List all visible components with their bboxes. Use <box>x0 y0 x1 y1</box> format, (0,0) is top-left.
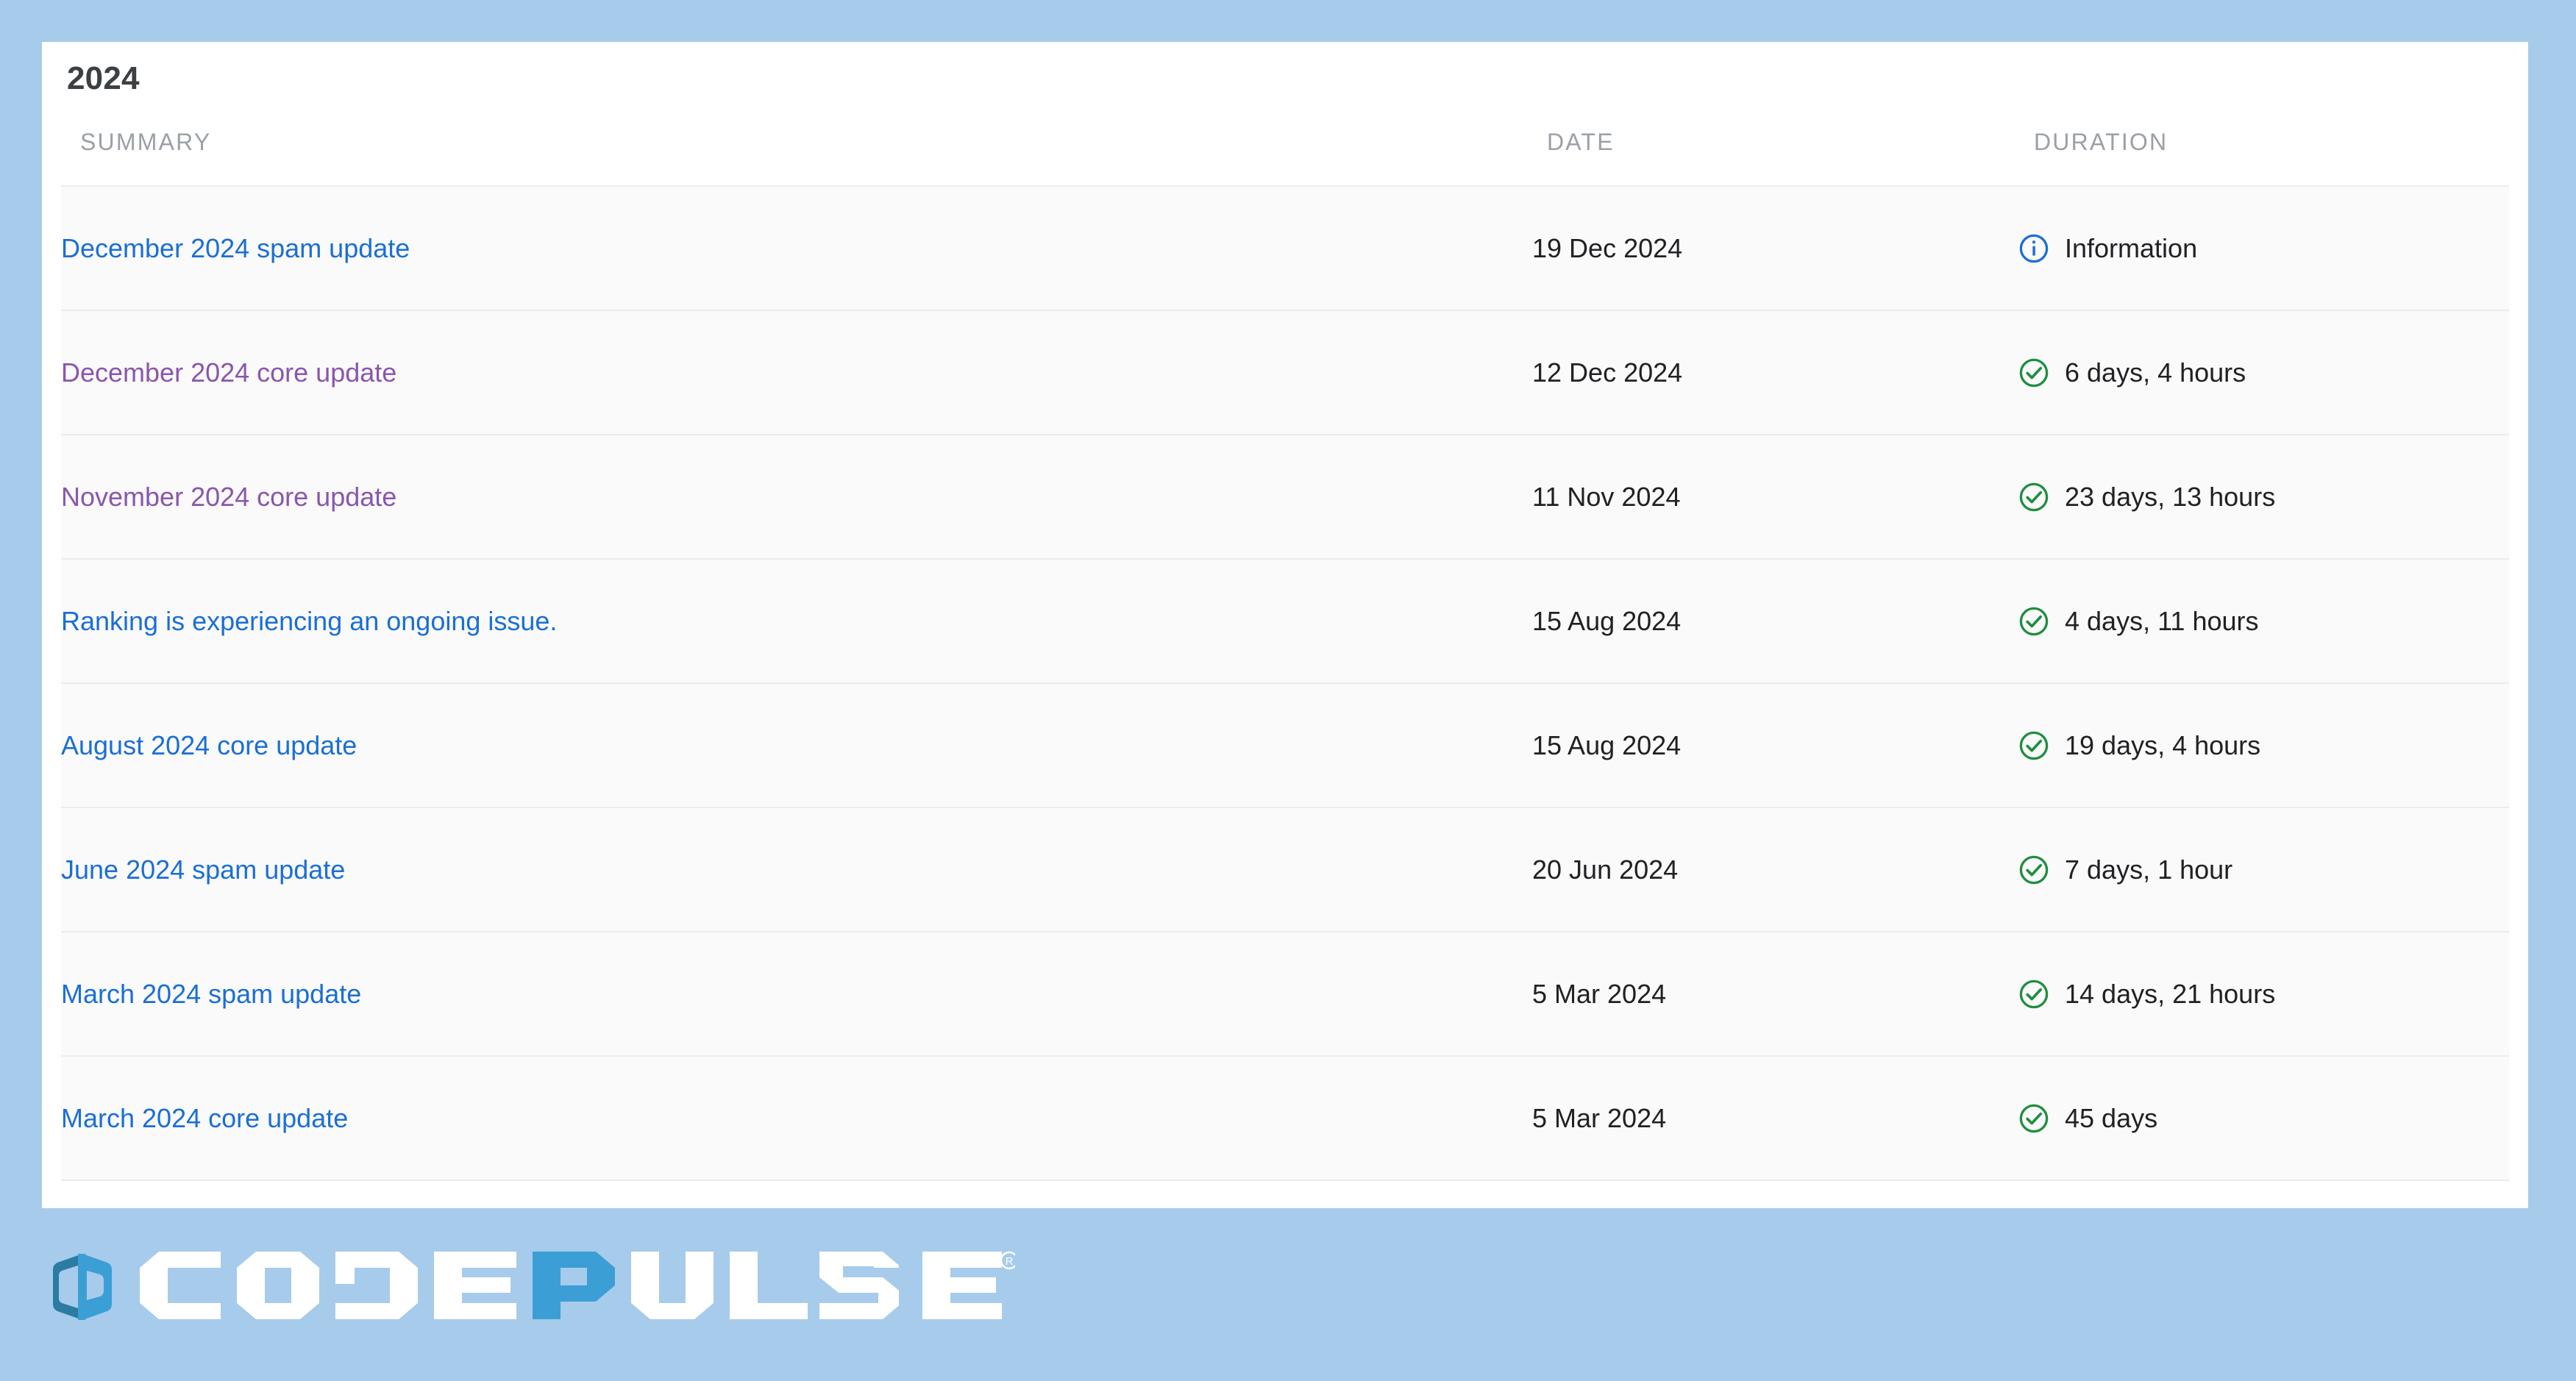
summary-link[interactable]: December 2024 spam update <box>61 233 410 263</box>
summary-link[interactable]: March 2024 core update <box>61 1103 348 1133</box>
summary-link[interactable]: November 2024 core update <box>61 482 396 512</box>
cell-duration: 14 days, 21 hours <box>2018 932 2509 1056</box>
cell-duration: 45 days <box>2018 1056 2509 1180</box>
codepulse-hexagon-mark-icon <box>51 1252 113 1321</box>
table-row: June 2024 spam update 20 Jun 2024 7 days, … <box>61 807 2509 932</box>
summary-link[interactable]: June 2024 spam update <box>61 854 345 885</box>
table-row: August 2024 core update 15 Aug 2024 19 day… <box>61 683 2509 807</box>
cell-duration: 23 days, 13 hours <box>2018 435 2509 559</box>
cell-date: 5 Mar 2024 <box>1532 1102 1667 1133</box>
duration-group: 23 days, 13 hours <box>2018 481 2509 513</box>
cell-date: 15 Aug 2024 <box>1532 729 1682 760</box>
check-circle-icon <box>2018 1102 2050 1135</box>
table-row: March 2024 core update 5 Mar 2024 45 days <box>61 1056 2509 1180</box>
table-row: November 2024 core update 11 Nov 2024 23 d… <box>61 435 2509 559</box>
cell-date: 11 Nov 2024 <box>1532 481 1681 512</box>
table-row: December 2024 spam update 19 Dec 2024 Info… <box>61 186 2509 310</box>
check-circle-icon <box>2018 854 2050 886</box>
page-title: 2024 <box>67 60 140 96</box>
summary-link[interactable]: August 2024 core update <box>61 730 357 760</box>
duration-text: 19 days, 4 hours <box>2065 729 2261 760</box>
cell-summary: December 2024 core update <box>61 310 1532 435</box>
summary-link[interactable]: December 2024 core update <box>61 357 396 388</box>
cell-date: 20 Jun 2024 <box>1532 854 1679 885</box>
update-history-card: 2024 SUMMARY DATE DURATION December 2024… <box>42 42 2528 1208</box>
cell-date: 19 Dec 2024 <box>1532 232 1683 263</box>
summary-link[interactable]: March 2024 spam update <box>61 979 361 1009</box>
cell-date: 15 Aug 2024 <box>1532 605 1682 636</box>
codepulse-wordmark <box>134 1250 899 1324</box>
table-header: SUMMARY DATE DURATION <box>61 129 2509 186</box>
cell-duration: Information <box>2018 186 2509 310</box>
check-circle-icon <box>2018 481 2050 513</box>
duration-text: 23 days, 13 hours <box>2065 481 2276 512</box>
duration-text: 45 days <box>2065 1102 2158 1133</box>
table-header-row: SUMMARY DATE DURATION <box>61 129 2509 186</box>
duration-text: Information <box>2065 232 2198 263</box>
duration-group: 14 days, 21 hours <box>2018 978 2509 1010</box>
cell-summary: March 2024 spam update <box>61 932 1532 1056</box>
duration-text: 7 days, 1 hour <box>2065 854 2233 885</box>
duration-group: 6 days, 4 hours <box>2018 357 2509 389</box>
table-row: Ranking is experiencing an ongoing issue… <box>61 559 2509 683</box>
cell-summary: Ranking is experiencing an ongoing issue… <box>61 559 1532 683</box>
page-root: 2024 SUMMARY DATE DURATION December 2024… <box>0 0 2576 1381</box>
codepulse-wordmark-e: R <box>919 1250 1015 1324</box>
cell-date: 5 Mar 2024 <box>1532 978 1667 1009</box>
column-header-duration: DURATION <box>2034 129 2168 155</box>
duration-group: 45 days <box>2018 1102 2509 1135</box>
column-header-summary: SUMMARY <box>80 129 212 155</box>
cell-summary: November 2024 core update <box>61 435 1532 559</box>
duration-text: 14 days, 21 hours <box>2065 978 2276 1009</box>
cell-duration: 4 days, 11 hours <box>2018 559 2509 683</box>
check-circle-icon <box>2018 605 2050 638</box>
check-circle-icon <box>2018 357 2050 389</box>
cell-summary: March 2024 core update <box>61 1056 1532 1180</box>
cell-date: 12 Dec 2024 <box>1532 357 1683 388</box>
update-history-table: SUMMARY DATE DURATION December 2024 spam… <box>61 129 2509 1181</box>
table-row: December 2024 core update 12 Dec 2024 6 da… <box>61 310 2509 435</box>
cell-summary: August 2024 core update <box>61 683 1532 807</box>
svg-text:R: R <box>1006 1255 1014 1268</box>
cell-summary: June 2024 spam update <box>61 807 1532 932</box>
info-circle-icon <box>2018 232 2050 265</box>
duration-group: 4 days, 11 hours <box>2018 605 2509 638</box>
column-header-date: DATE <box>1547 129 1615 155</box>
cell-duration: 19 days, 4 hours <box>2018 683 2509 807</box>
check-circle-icon <box>2018 729 2050 762</box>
duration-group: 19 days, 4 hours <box>2018 729 2509 762</box>
duration-group: 7 days, 1 hour <box>2018 854 2509 886</box>
duration-text: 4 days, 11 hours <box>2065 605 2259 636</box>
duration-text: 6 days, 4 hours <box>2065 357 2246 388</box>
cell-summary: December 2024 spam update <box>61 186 1532 310</box>
duration-group: Information <box>2018 232 2509 265</box>
summary-link[interactable]: Ranking is experiencing an ongoing issue… <box>61 606 557 636</box>
check-circle-icon <box>2018 978 2050 1010</box>
cell-duration: 6 days, 4 hours <box>2018 310 2509 435</box>
cell-duration: 7 days, 1 hour <box>2018 807 2509 932</box>
codepulse-logo: R <box>51 1250 1015 1324</box>
table-row: March 2024 spam update 5 Mar 2024 14 days,… <box>61 932 2509 1056</box>
table-body: December 2024 spam update 19 Dec 2024 Info… <box>61 186 2509 1180</box>
